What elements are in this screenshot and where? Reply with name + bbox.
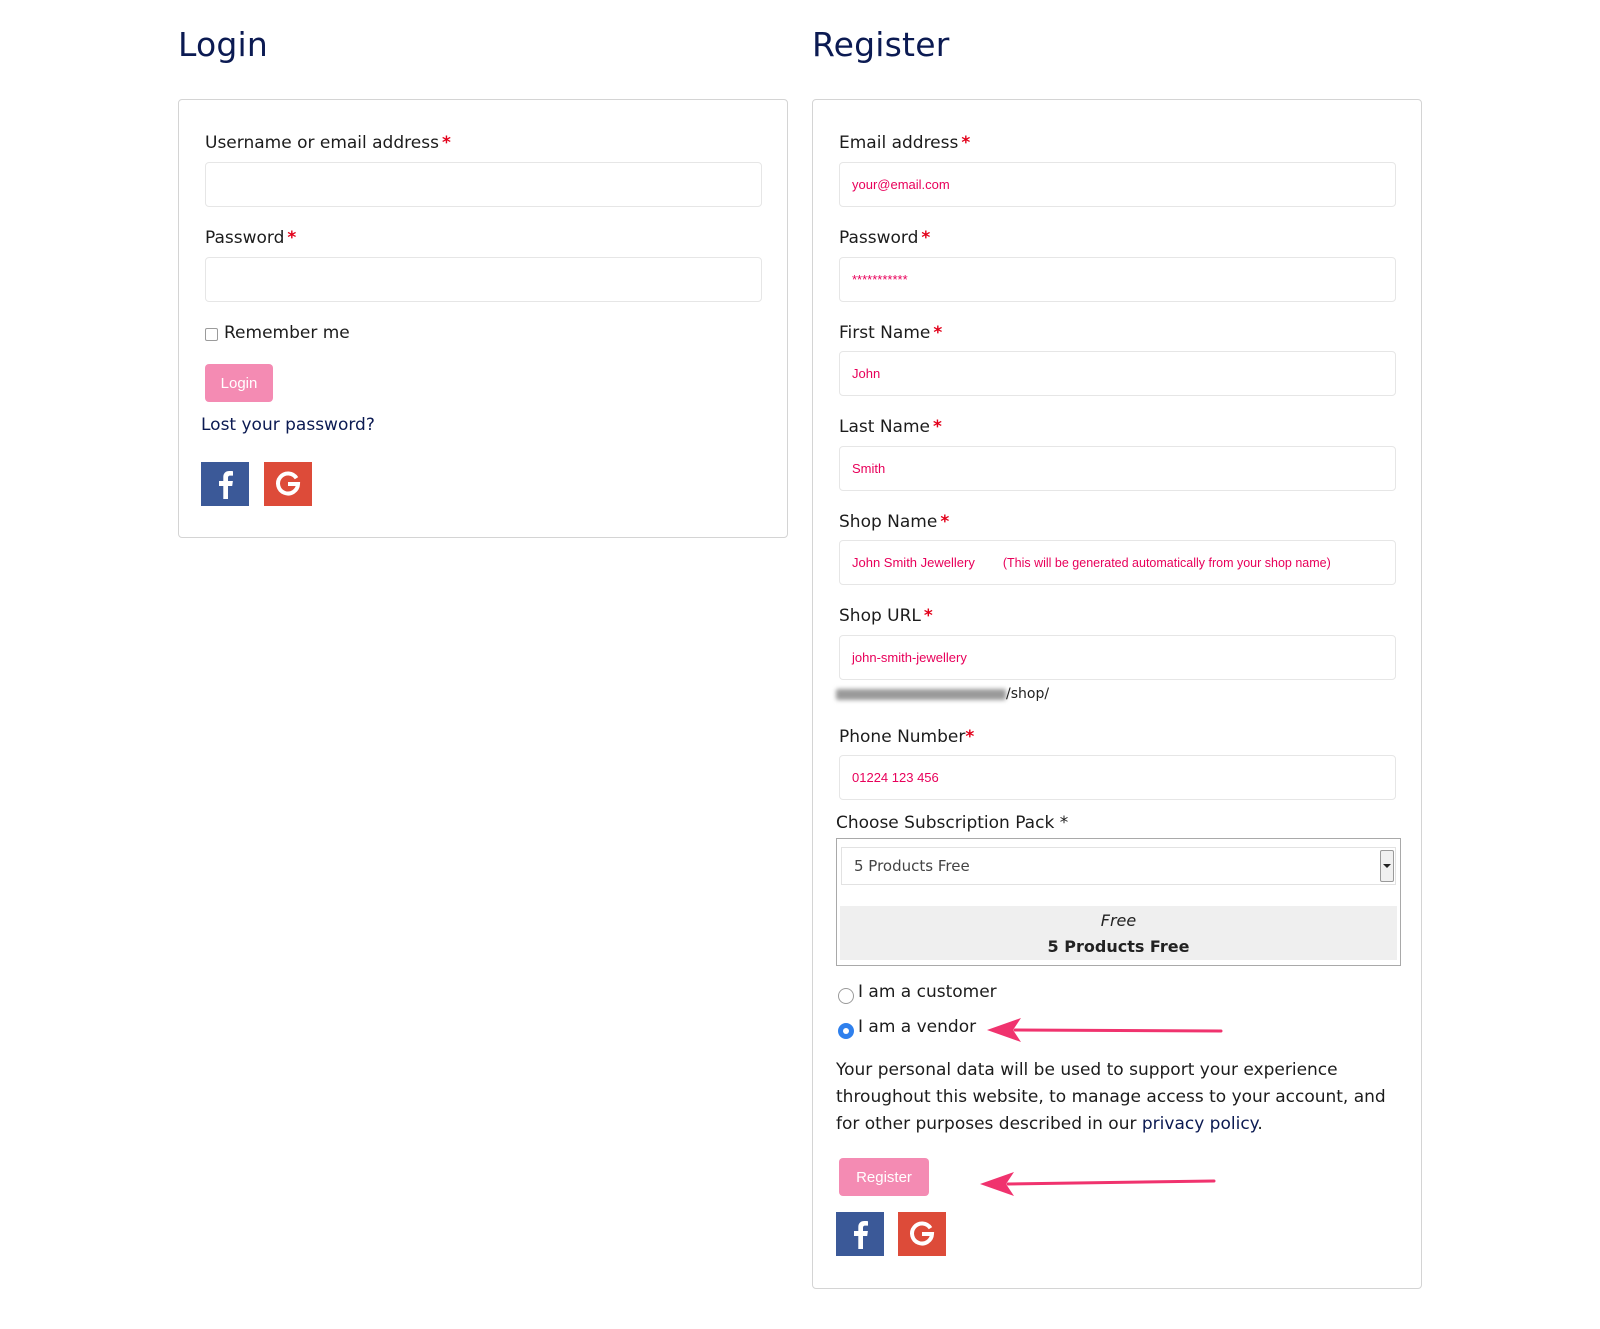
shop-name-note: (This will be generated automatically fr… [1002,555,1331,570]
shop-name-label: Shop Name * [839,512,950,532]
required-mark: * [965,727,975,747]
required-mark: * [932,417,942,437]
required-mark: * [940,512,950,532]
remember-me-label: Remember me [224,323,350,343]
username-input[interactable] [205,162,762,207]
privacy-policy-link[interactable]: privacy policy [1142,1114,1257,1134]
phone-input[interactable]: 01224 123 456 [839,755,1396,800]
subscription-pack-details: Free 5 Products Free [840,906,1397,960]
shop-url-label: Shop URL * [839,606,933,626]
google-icon [276,471,301,496]
shop-url-suffix: /shop/ [1006,686,1050,702]
annotation-arrow [987,1018,1223,1042]
register-button[interactable]: Register [839,1158,929,1196]
facebook-login-button[interactable] [201,462,249,506]
facebook-register-button[interactable] [836,1212,884,1256]
phone-label: Phone Number* [839,727,975,747]
login-button[interactable]: Login [205,364,273,402]
first-name-label: First Name * [839,323,943,343]
chevron-down-icon [1383,864,1391,868]
google-register-button[interactable] [898,1212,946,1256]
lost-password-link[interactable]: Lost your password? [201,415,375,435]
required-mark: * [933,323,943,343]
subscription-select[interactable]: 5 Products Free [841,847,1396,885]
last-name-input[interactable]: Smith [839,446,1396,491]
facebook-icon [219,471,233,499]
password-label: Password * [205,228,297,248]
vendor-radio[interactable] [838,1023,854,1039]
subscription-selected-value: 5 Products Free [854,857,970,875]
customer-radio-label: I am a customer [858,982,997,1002]
pack-name: 5 Products Free [1047,937,1190,956]
shop-name-input[interactable]: John Smith Jewellery (This will be gener… [839,540,1396,585]
last-name-label: Last Name * [839,417,942,437]
vendor-radio-label: I am a vendor [858,1017,977,1037]
register-heading: Register [812,25,950,64]
shop-name-value: John Smith Jewellery [852,555,975,570]
required-mark: * [287,228,297,248]
required-mark: * [961,133,971,153]
first-name-input[interactable]: John [839,351,1396,396]
username-label: Username or email address * [205,133,451,153]
email-label: Email address * [839,133,971,153]
customer-radio[interactable] [838,988,854,1004]
subscription-label: Choose Subscription Pack * [836,813,1069,833]
select-dropdown-arrow[interactable] [1380,850,1394,882]
blurred-site-url [836,689,1006,700]
password-input[interactable] [205,257,762,302]
annotation-arrow [980,1172,1216,1196]
required-mark: * [441,133,451,153]
register-password-input[interactable]: *********** [839,257,1396,302]
email-input[interactable]: your@email.com [839,162,1396,207]
privacy-text: Your personal data will be used to suppo… [836,1060,1386,1134]
facebook-icon [854,1221,868,1249]
login-heading: Login [178,25,269,64]
register-password-label: Password * [839,228,931,248]
google-icon [910,1221,935,1246]
pack-price: Free [1100,911,1137,930]
required-mark: * [921,228,931,248]
google-login-button[interactable] [264,462,312,506]
remember-me-checkbox[interactable] [205,328,218,341]
shop-url-input[interactable]: john-smith-jewellery [839,635,1396,680]
required-mark: * [923,606,933,626]
